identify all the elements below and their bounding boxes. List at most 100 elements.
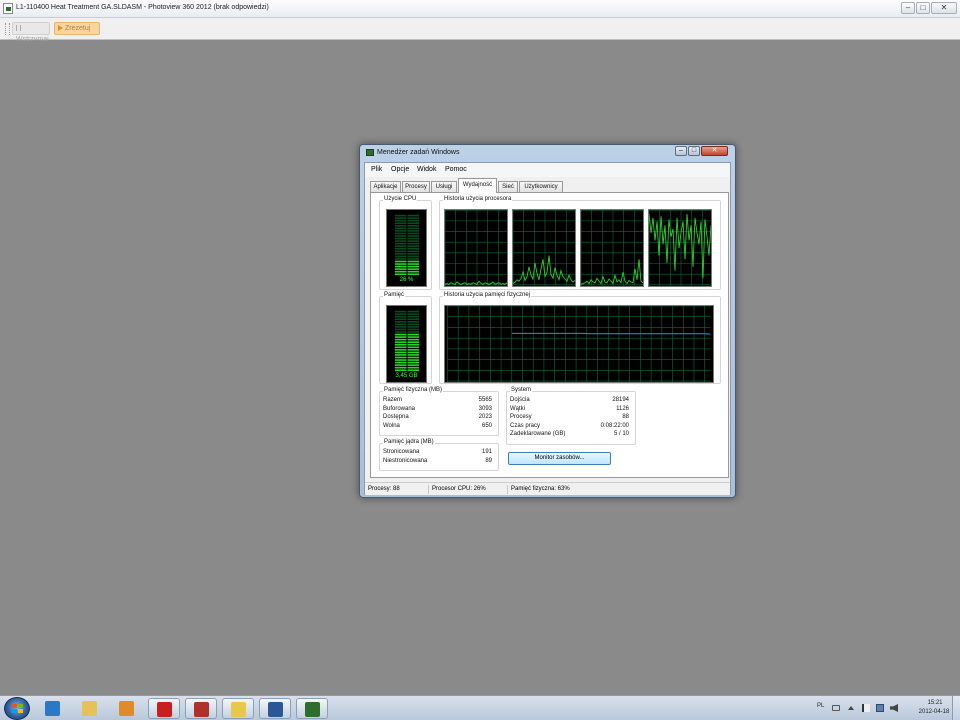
maximize-button[interactable]: □ xyxy=(916,2,930,14)
meter-segment xyxy=(407,351,419,354)
memory-history-line xyxy=(511,332,711,335)
meter-segment xyxy=(395,255,407,258)
close-button[interactable]: ✕ xyxy=(931,2,957,14)
task-manager-window: Menedżer zadań Windows – □ ✕ Plik Opcje … xyxy=(359,144,736,498)
taskbar-app-button[interactable] xyxy=(185,698,217,719)
task-manager-icon xyxy=(366,149,374,156)
meter-segment xyxy=(395,232,407,235)
toolbar-grip[interactable] xyxy=(5,23,10,35)
speaker-icon[interactable] xyxy=(890,704,898,712)
meter-segment xyxy=(407,217,419,219)
status-memory: Pamięć fizyczna: 63% xyxy=(507,485,607,494)
meter-segment xyxy=(407,258,419,260)
kv-value: 650 xyxy=(481,422,492,429)
meter-segment xyxy=(407,255,419,258)
meter-segment xyxy=(407,235,419,237)
meter-segment xyxy=(395,245,407,247)
meter-segment xyxy=(407,356,419,359)
taskbar-app-button[interactable] xyxy=(222,698,254,719)
tab-procesy[interactable]: Procesy xyxy=(402,181,430,192)
meter-segment xyxy=(395,356,407,359)
system-label: System xyxy=(510,387,533,393)
internet-explorer-icon xyxy=(45,701,60,716)
show-desktop-button[interactable] xyxy=(952,696,960,720)
meter-segment xyxy=(407,270,419,273)
memory-usage-value: 3,45 GB xyxy=(395,373,418,379)
windows-explorer-icon xyxy=(82,701,97,716)
kv-row: Zadeklarowane (GB) 5 / 10 xyxy=(510,430,632,439)
taskbar-app-button[interactable] xyxy=(259,698,291,719)
start-button[interactable] xyxy=(4,697,30,720)
menu-pomoc[interactable]: Pomoc xyxy=(445,166,467,173)
windows-logo-icon xyxy=(12,704,23,714)
meter-segment xyxy=(395,323,407,326)
kv-key: Zadeklarowane (GB) xyxy=(510,431,566,437)
meter-segment xyxy=(407,253,419,255)
keyboard-icon[interactable] xyxy=(832,705,840,711)
system-group: System Dojścia 28194 Wątki 1126 Procesy 88 Cza… xyxy=(506,387,636,445)
meter-segment xyxy=(407,250,419,253)
physical-memory-group: Pamięć fizyczna (MB) Razem 5565 Buforowana… xyxy=(379,387,499,436)
meter-segment xyxy=(407,237,419,240)
taskbar-app-button[interactable] xyxy=(148,698,180,719)
meter-segment xyxy=(395,247,407,250)
clock-date[interactable]: 2012-04-18 xyxy=(910,709,958,715)
meter-segment xyxy=(395,222,407,225)
pause-icon xyxy=(16,25,21,32)
meter-segment xyxy=(395,361,407,364)
menu-widok[interactable]: Widok xyxy=(417,166,436,173)
app-toolbar: Wstrzymaj Zrezetuj xyxy=(0,18,960,43)
menu-opcje[interactable]: Opcje xyxy=(391,166,409,173)
meter-segment xyxy=(395,336,407,338)
app-titlebar[interactable]: L1-110400 Heat Treatment GA.SLDASM - Pho… xyxy=(0,0,960,18)
status-bar: Procesy: 88 Procesor CPU: 26% Pamięć fiz… xyxy=(365,482,730,495)
reset-button[interactable]: Zrezetuj xyxy=(54,22,100,35)
tm-maximize-button[interactable]: □ xyxy=(688,146,700,156)
meter-segment xyxy=(407,343,419,346)
meter-segment xyxy=(407,318,419,321)
meter-segment xyxy=(407,219,419,222)
meter-segment xyxy=(395,258,407,260)
meter-segment xyxy=(407,333,419,336)
tab-wydajnosc[interactable]: Wydajność xyxy=(458,178,497,193)
pause-button[interactable]: Wstrzymaj xyxy=(12,22,50,43)
tm-minimize-button[interactable]: – xyxy=(675,146,687,156)
taskbar-app-button[interactable] xyxy=(37,698,69,719)
menu-bar: Plik Opcje Widok Pomoc xyxy=(365,163,730,177)
cpu-core-graph-1 xyxy=(444,209,508,287)
minimize-button[interactable]: – xyxy=(901,2,915,14)
taskbar-app-button[interactable] xyxy=(296,698,328,719)
meter-segment xyxy=(407,321,419,323)
language-indicator[interactable]: PL xyxy=(817,703,824,709)
status-processes: Procesy: 88 xyxy=(368,486,400,492)
cpu-usage-label: Użycie CPU xyxy=(383,196,418,202)
clock-time[interactable]: 15:21 xyxy=(914,700,956,706)
tab-uzytkownicy[interactable]: Użytkownicy xyxy=(519,181,563,192)
kernel-memory-group: Pamięć jądra (MB) Stronicowana 191 Niestro… xyxy=(379,439,499,471)
meter-segment xyxy=(407,323,419,326)
meter-segment xyxy=(407,310,419,313)
memory-meter-bars xyxy=(395,310,419,372)
meter-segment xyxy=(407,225,419,227)
tab-aplikacje[interactable]: Aplikacje xyxy=(370,181,401,192)
taskbar-app-button[interactable] xyxy=(111,698,143,719)
resource-monitor-button[interactable]: Monitor zasobów... xyxy=(508,452,611,465)
flag-icon[interactable] xyxy=(862,704,870,712)
kv-value: 89 xyxy=(485,457,492,464)
tab-siec[interactable]: Sieć xyxy=(498,181,518,192)
network-icon[interactable] xyxy=(876,704,884,712)
meter-segment xyxy=(407,349,419,351)
cpu-history-line xyxy=(513,255,575,284)
kv-row: Niestronicowana 89 xyxy=(383,457,495,466)
meter-segment xyxy=(395,237,407,240)
meter-segment xyxy=(395,359,407,361)
menu-plik[interactable]: Plik xyxy=(371,166,382,173)
tab-uslugi[interactable]: Usługi xyxy=(431,181,457,192)
cpu-history-line xyxy=(649,213,711,279)
show-hidden-icons-icon[interactable] xyxy=(848,706,854,710)
tm-close-button[interactable]: ✕ xyxy=(701,146,728,156)
meter-segment xyxy=(395,366,407,369)
meter-segment xyxy=(395,219,407,222)
taskbar-app-button[interactable] xyxy=(74,698,106,719)
task-manager-titlebar[interactable]: Menedżer zadań Windows – □ ✕ xyxy=(360,145,735,161)
